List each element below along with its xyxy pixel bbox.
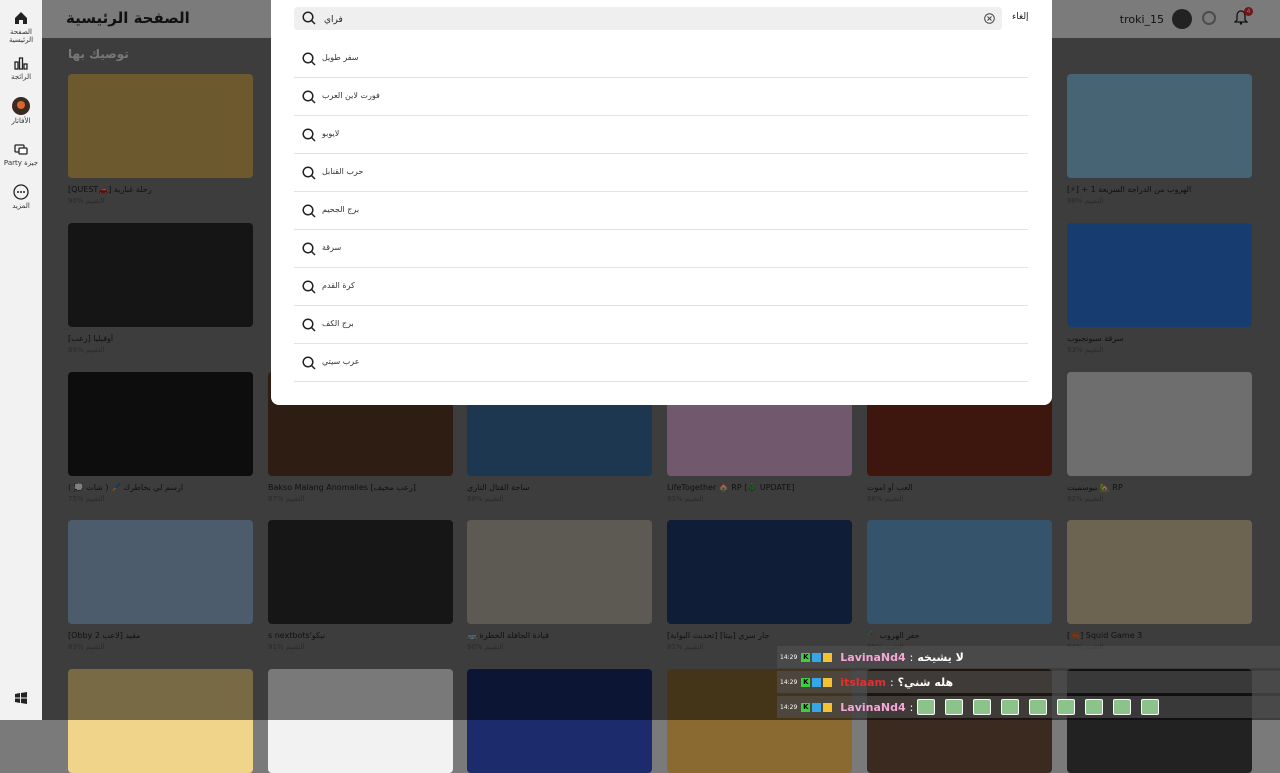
avatar-icon xyxy=(12,97,30,115)
chat-time: 14:29 xyxy=(780,678,798,686)
sidebar-item-avatar[interactable]: الأفاتار xyxy=(0,97,42,125)
sidebar: الصفحة الرئيسية الرائجة الأفاتار Party ج… xyxy=(0,0,42,720)
search-icon xyxy=(302,11,316,25)
search-suggestion[interactable]: برج الكف xyxy=(294,306,1028,344)
chat-line: 14:29 K itslaam : هله شني؟ xyxy=(777,671,1280,693)
chart-icon xyxy=(14,57,28,70)
chat-line: 14:29 K LavinaNd4 : لا يشيخه xyxy=(777,646,1280,668)
chat-time: 14:29 xyxy=(780,653,798,661)
suggestion-label: عرب سيتي xyxy=(322,357,360,366)
search-suggestion[interactable]: كرة القدم xyxy=(294,268,1028,306)
chat-overlay: 14:29 K LavinaNd4 : لا يشيخه 14:29 K its… xyxy=(777,646,1280,720)
sidebar-item-label: Party جيزة xyxy=(3,159,39,167)
windows-icon[interactable] xyxy=(15,692,27,704)
clear-icon[interactable] xyxy=(984,13,995,24)
search-icon xyxy=(302,204,316,218)
search-icon xyxy=(302,128,316,142)
emote-icon xyxy=(1085,699,1104,715)
search-suggestion[interactable]: فورت لاين العرب xyxy=(294,78,1028,116)
sidebar-item-party[interactable]: Party جيزة xyxy=(0,141,42,167)
search-icon xyxy=(302,166,316,180)
search-suggestion[interactable]: سرقة xyxy=(294,230,1028,268)
search-panel: إلغاء سفر طويل فورت لاين العرب لايوبو حرب ا… xyxy=(271,0,1052,405)
kick-icon: K xyxy=(801,652,811,662)
crown-icon xyxy=(823,677,833,687)
sidebar-item-more[interactable]: المزيد xyxy=(0,184,42,210)
chat-separator: : xyxy=(909,700,914,714)
suggestion-label: حرب القنابل xyxy=(322,167,364,176)
emote-icon xyxy=(1141,699,1160,715)
search-suggestion[interactable]: حرب القنابل xyxy=(294,154,1028,192)
suggestion-label: سرقة xyxy=(322,243,342,252)
more-icon xyxy=(13,184,29,200)
sidebar-item-home[interactable]: الصفحة الرئيسية xyxy=(0,10,42,44)
emote-icon xyxy=(1113,699,1132,715)
suggestion-label: برج الكف xyxy=(322,319,354,328)
chat-message: لا يشيخه xyxy=(917,650,964,664)
suggestion-label: كرة القدم xyxy=(322,281,355,290)
search-icon xyxy=(302,280,316,294)
search-icon xyxy=(302,90,316,104)
chat-time: 14:29 xyxy=(780,703,798,711)
suggestion-label: برج الجحيم xyxy=(322,205,360,214)
emote-icon xyxy=(945,699,964,715)
crown-icon xyxy=(823,652,833,662)
search-suggestion[interactable]: لايوبو xyxy=(294,116,1028,154)
badge-icon xyxy=(812,677,822,687)
search-bar xyxy=(294,7,1002,30)
suggestion-label: لايوبو xyxy=(322,129,340,138)
badge-icon xyxy=(812,652,822,662)
chat-message: هله شني؟ xyxy=(897,675,954,689)
badge-icon xyxy=(812,702,822,712)
search-input[interactable] xyxy=(322,9,976,30)
chat-username[interactable]: LavinaNd4 xyxy=(840,651,905,664)
emote-icon xyxy=(973,699,992,715)
sidebar-item-trending[interactable]: الرائجة xyxy=(0,55,42,81)
emote-icon xyxy=(917,699,936,715)
sidebar-item-label: الرائجة xyxy=(10,73,32,81)
search-suggestion[interactable]: عرب سيتي xyxy=(294,344,1028,382)
home-icon xyxy=(15,12,27,24)
kick-icon: K xyxy=(801,677,811,687)
search-icon xyxy=(302,318,316,332)
search-icon xyxy=(302,356,316,370)
crown-icon xyxy=(823,702,833,712)
emote-icon xyxy=(1001,699,1020,715)
chat-separator: : xyxy=(889,675,894,689)
search-suggestion[interactable]: سفر طويل xyxy=(294,40,1028,78)
sidebar-item-label: الصفحة الرئيسية xyxy=(8,28,34,44)
cancel-button[interactable]: إلغاء xyxy=(1012,12,1029,22)
kick-icon: K xyxy=(801,702,811,712)
search-icon xyxy=(302,242,316,256)
suggestion-label: سفر طويل xyxy=(322,53,359,62)
suggestion-label: فورت لاين العرب xyxy=(322,91,380,100)
search-icon xyxy=(302,52,316,66)
chat-username[interactable]: itslaam xyxy=(840,676,886,689)
emote-icon xyxy=(1057,699,1076,715)
sidebar-item-label: المزيد xyxy=(12,202,30,210)
search-suggestion[interactable]: برج الجحيم xyxy=(294,192,1028,230)
sidebar-item-label: الأفاتار xyxy=(11,117,31,125)
party-icon xyxy=(14,144,28,155)
chat-line: 14:29 K LavinaNd4 : xyxy=(777,696,1280,718)
emote-icon xyxy=(1029,699,1048,715)
chat-separator: : xyxy=(909,650,914,664)
chat-username[interactable]: LavinaNd4 xyxy=(840,701,905,714)
